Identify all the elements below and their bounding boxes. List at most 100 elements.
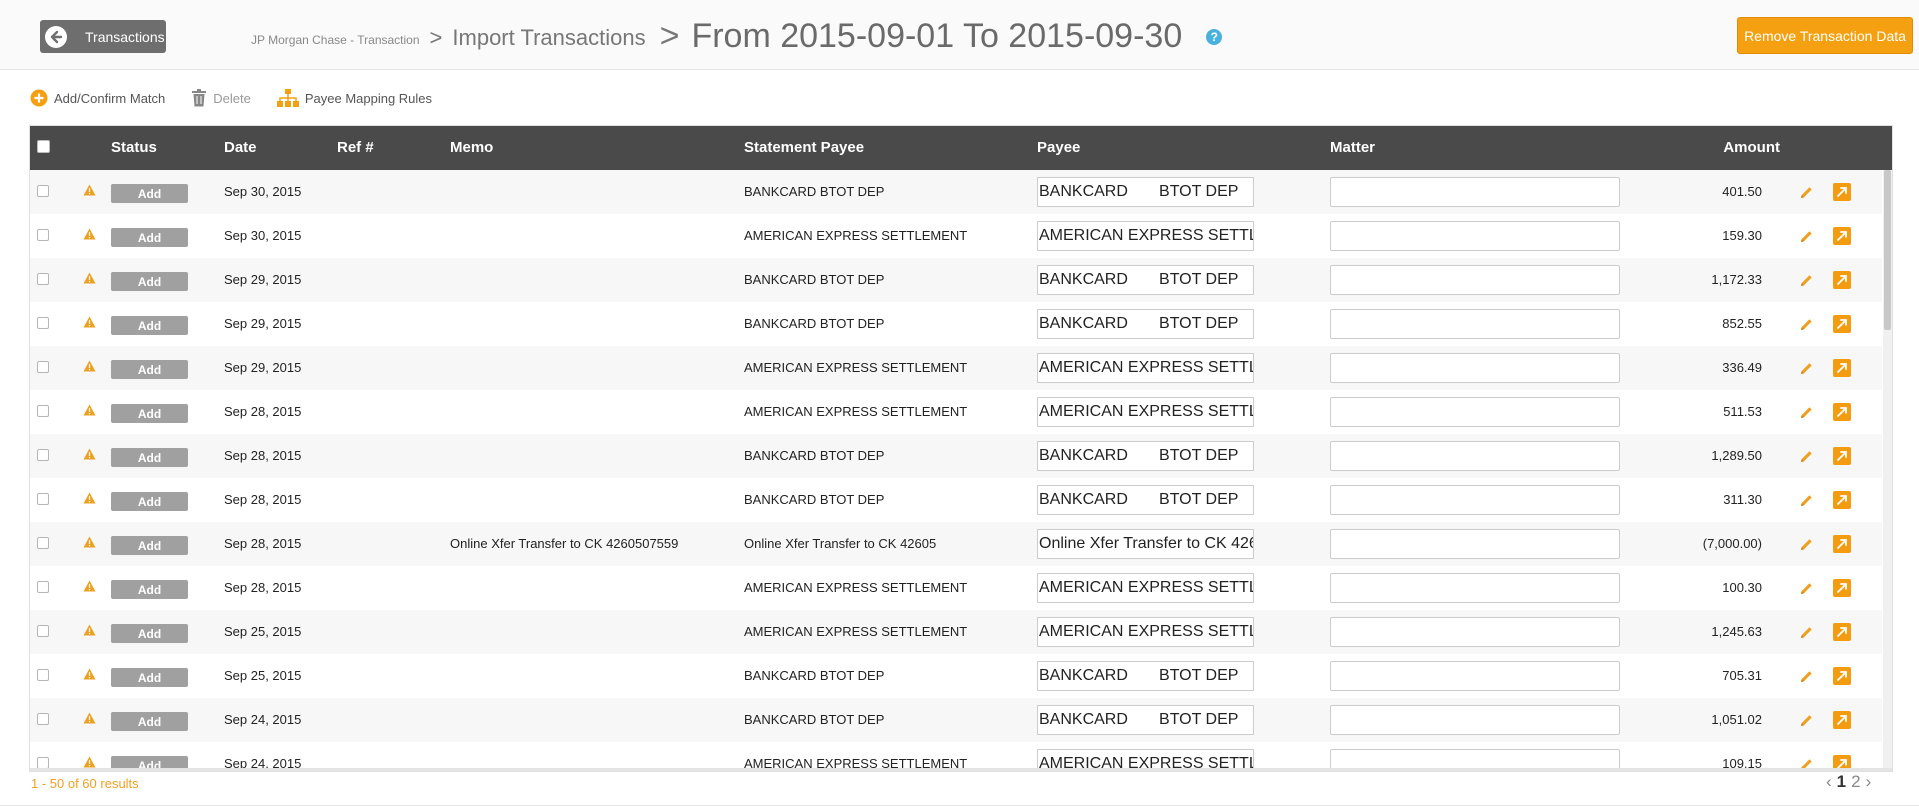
- payee-input[interactable]: BANKCARD BTOT DEP: [1037, 705, 1254, 735]
- matter-input[interactable]: [1330, 221, 1620, 251]
- external-link-icon[interactable]: [1833, 535, 1851, 553]
- add-button[interactable]: Add: [111, 404, 188, 423]
- matter-input[interactable]: [1330, 573, 1620, 603]
- table-row[interactable]: Add Sep 29, 2015 BANKCARD BTOT DEP BANKC…: [30, 258, 1882, 302]
- pencil-icon[interactable]: [1800, 186, 1813, 202]
- pencil-icon[interactable]: [1800, 626, 1813, 642]
- matter-input[interactable]: [1330, 705, 1620, 735]
- payee-input[interactable]: BANKCARD BTOT DEP: [1037, 485, 1254, 515]
- payee-input[interactable]: BANKCARD BTOT DEP: [1037, 441, 1254, 471]
- chevron-left-icon[interactable]: ‹: [1826, 772, 1832, 792]
- payee-input[interactable]: AMERICAN EXPRESS SETTLEMENT: [1037, 749, 1254, 768]
- column-header-amount[interactable]: Amount: [1723, 139, 1780, 156]
- add-button[interactable]: Add: [111, 360, 188, 379]
- table-row[interactable]: Add Sep 30, 2015 AMERICAN EXPRESS SETTLE…: [30, 214, 1882, 258]
- table-row[interactable]: Add Sep 29, 2015 BANKCARD BTOT DEP BANKC…: [30, 302, 1882, 346]
- add-button[interactable]: Add: [111, 668, 188, 687]
- pencil-icon[interactable]: [1800, 538, 1813, 554]
- add-button[interactable]: Add: [111, 316, 188, 335]
- payee-input[interactable]: BANKCARD BTOT DEP: [1037, 661, 1254, 691]
- payee-input[interactable]: BANKCARD BTOT DEP: [1037, 265, 1254, 295]
- row-checkbox[interactable]: [37, 317, 49, 329]
- add-button[interactable]: Add: [111, 536, 188, 555]
- add-button[interactable]: Add: [111, 712, 188, 731]
- payee-input[interactable]: AMERICAN EXPRESS SETTLEMENT: [1037, 573, 1254, 603]
- remove-transaction-data-button[interactable]: Remove Transaction Data: [1737, 17, 1913, 54]
- add-button[interactable]: Add: [111, 272, 188, 291]
- table-row[interactable]: Add Sep 24, 2015 AMERICAN EXPRESS SETTLE…: [30, 742, 1882, 768]
- table-row[interactable]: Add Sep 28, 2015 AMERICAN EXPRESS SETTLE…: [30, 566, 1882, 610]
- row-checkbox[interactable]: [37, 273, 49, 285]
- column-header-date[interactable]: Date: [224, 139, 257, 156]
- payee-input[interactable]: AMERICAN EXPRESS SETTLEMENT: [1037, 617, 1254, 647]
- pencil-icon[interactable]: [1800, 714, 1813, 730]
- vertical-scrollbar[interactable]: [1883, 170, 1892, 768]
- row-checkbox[interactable]: [37, 405, 49, 417]
- row-checkbox[interactable]: [37, 581, 49, 593]
- payee-input[interactable]: Online Xfer Transfer to CK 42605: [1037, 529, 1254, 559]
- pencil-icon[interactable]: [1800, 362, 1813, 378]
- column-header-status[interactable]: Status: [111, 139, 157, 156]
- column-header-payee[interactable]: Payee: [1037, 139, 1080, 156]
- matter-input[interactable]: [1330, 529, 1620, 559]
- pencil-icon[interactable]: [1800, 274, 1813, 290]
- payee-mapping-rules-button[interactable]: Payee Mapping Rules: [276, 89, 432, 107]
- row-checkbox[interactable]: [37, 757, 49, 768]
- matter-input[interactable]: [1330, 177, 1620, 207]
- matter-input[interactable]: [1330, 309, 1620, 339]
- external-link-icon[interactable]: [1833, 271, 1851, 289]
- question-icon[interactable]: ?: [1206, 29, 1223, 45]
- table-row[interactable]: Add Sep 28, 2015 AMERICAN EXPRESS SETTLE…: [30, 390, 1882, 434]
- payee-input[interactable]: BANKCARD BTOT DEP: [1037, 177, 1254, 207]
- external-link-icon[interactable]: [1833, 403, 1851, 421]
- column-header-ref[interactable]: Ref #: [337, 139, 374, 156]
- select-all-checkbox[interactable]: [37, 140, 50, 153]
- pencil-icon[interactable]: [1800, 758, 1813, 768]
- external-link-icon[interactable]: [1833, 667, 1851, 685]
- table-row[interactable]: Add Sep 28, 2015 BANKCARD BTOT DEP BANKC…: [30, 434, 1882, 478]
- external-link-icon[interactable]: [1833, 359, 1851, 377]
- external-link-icon[interactable]: [1833, 755, 1851, 768]
- external-link-icon[interactable]: [1833, 183, 1851, 201]
- pencil-icon[interactable]: [1800, 494, 1813, 510]
- row-checkbox[interactable]: [37, 669, 49, 681]
- add-button[interactable]: Add: [111, 756, 188, 768]
- chevron-right-icon[interactable]: ›: [1866, 772, 1872, 792]
- external-link-icon[interactable]: [1833, 711, 1851, 729]
- page-1-link[interactable]: 1: [1837, 772, 1846, 792]
- add-button[interactable]: Add: [111, 624, 188, 643]
- row-checkbox[interactable]: [37, 229, 49, 241]
- external-link-icon[interactable]: [1833, 227, 1851, 245]
- row-checkbox[interactable]: [37, 185, 49, 197]
- matter-input[interactable]: [1330, 749, 1620, 768]
- pencil-icon[interactable]: [1800, 450, 1813, 466]
- matter-input[interactable]: [1330, 617, 1620, 647]
- add-button[interactable]: Add: [111, 184, 188, 203]
- back-to-transactions-button[interactable]: Transactions: [40, 20, 166, 53]
- matter-input[interactable]: [1330, 485, 1620, 515]
- table-row[interactable]: Add Sep 25, 2015 AMERICAN EXPRESS SETTLE…: [30, 610, 1882, 654]
- table-row[interactable]: Add Sep 28, 2015 BANKCARD BTOT DEP BANKC…: [30, 478, 1882, 522]
- table-row[interactable]: Add Sep 25, 2015 BANKCARD BTOT DEP BANKC…: [30, 654, 1882, 698]
- payee-input[interactable]: AMERICAN EXPRESS SETTLEMENT: [1037, 221, 1254, 251]
- column-header-matter[interactable]: Matter: [1330, 139, 1375, 156]
- matter-input[interactable]: [1330, 265, 1620, 295]
- payee-input[interactable]: BANKCARD BTOT DEP: [1037, 309, 1254, 339]
- matter-input[interactable]: [1330, 441, 1620, 471]
- pencil-icon[interactable]: [1800, 582, 1813, 598]
- row-checkbox[interactable]: [37, 713, 49, 725]
- pencil-icon[interactable]: [1800, 670, 1813, 686]
- external-link-icon[interactable]: [1833, 491, 1851, 509]
- add-button[interactable]: Add: [111, 228, 188, 247]
- breadcrumb-import[interactable]: Import Transactions: [452, 25, 645, 51]
- table-row[interactable]: Add Sep 30, 2015 BANKCARD BTOT DEP BANKC…: [30, 170, 1882, 214]
- pencil-icon[interactable]: [1800, 406, 1813, 422]
- matter-input[interactable]: [1330, 353, 1620, 383]
- row-checkbox[interactable]: [37, 537, 49, 549]
- add-confirm-match-button[interactable]: Add/Confirm Match: [30, 89, 165, 107]
- column-header-memo[interactable]: Memo: [450, 139, 493, 156]
- payee-input[interactable]: AMERICAN EXPRESS SETTLEMENT: [1037, 353, 1254, 383]
- row-checkbox[interactable]: [37, 493, 49, 505]
- payee-input[interactable]: AMERICAN EXPRESS SETTLEMENT: [1037, 397, 1254, 427]
- breadcrumb-account[interactable]: JP Morgan Chase - Transaction: [251, 33, 420, 47]
